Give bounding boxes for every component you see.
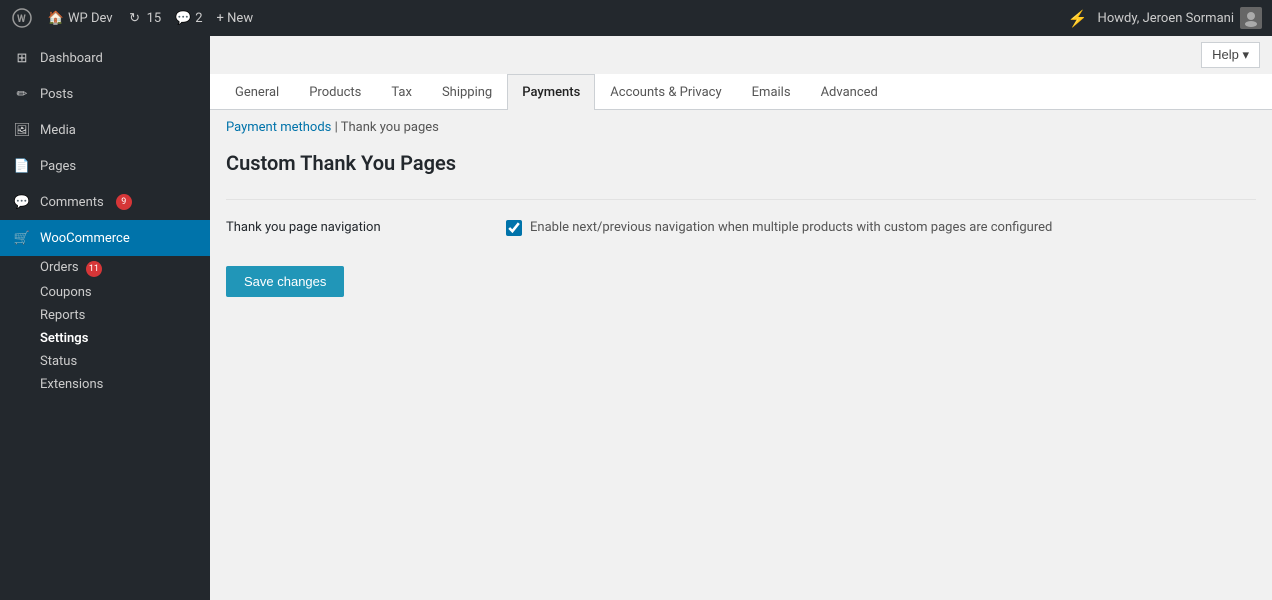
tab-payments[interactable]: Payments xyxy=(507,74,595,110)
nav-setting-row: Thank you page navigation Enable next/pr… xyxy=(226,199,1256,256)
tab-accounts-privacy[interactable]: Accounts & Privacy xyxy=(595,74,736,110)
admin-bar: W 🏠 WP Dev ↻ 15 💬 2 + New ⚡ Howdy, Jeroe… xyxy=(0,0,1272,36)
tab-emails[interactable]: Emails xyxy=(737,74,806,110)
tab-general[interactable]: General xyxy=(220,74,294,110)
save-changes-button[interactable]: Save changes xyxy=(226,266,344,297)
sidebar-item-dashboard[interactable]: ⊞ Dashboard xyxy=(0,40,210,76)
help-bar: Help ▾ xyxy=(210,36,1272,74)
home-icon: 🏠 xyxy=(48,10,64,26)
sidebar-sub-reports[interactable]: Reports xyxy=(0,304,210,327)
sidebar: ⊞ Dashboard ✏ Posts 🖼 Media 📄 Pages 💬 Co… xyxy=(0,36,210,600)
site-name[interactable]: 🏠 WP Dev xyxy=(48,10,113,26)
help-button[interactable]: Help ▾ xyxy=(1201,42,1260,68)
breadcrumb-current: Thank you pages xyxy=(341,120,439,135)
pages-icon: 📄 xyxy=(12,156,32,176)
breadcrumb: Payment methods | Thank you pages xyxy=(210,110,1272,141)
dashboard-icon: ⊞ xyxy=(12,48,32,68)
content-area: Help ▾ General Products Tax Shipping Pay… xyxy=(210,36,1272,600)
nav-checkbox[interactable] xyxy=(506,220,522,236)
tab-tax[interactable]: Tax xyxy=(376,74,427,110)
main-layout: ⊞ Dashboard ✏ Posts 🖼 Media 📄 Pages 💬 Co… xyxy=(0,36,1272,600)
new-content-item[interactable]: + New xyxy=(217,11,254,26)
sidebar-sub-status[interactable]: Status xyxy=(0,350,210,373)
sidebar-sub-settings[interactable]: Settings xyxy=(0,327,210,350)
media-icon: 🖼 xyxy=(12,120,32,140)
nav-checkbox-label[interactable]: Enable next/previous navigation when mul… xyxy=(530,218,1052,238)
updates-item[interactable]: ↻ 15 xyxy=(127,10,162,26)
sidebar-sub-coupons[interactable]: Coupons xyxy=(0,281,210,304)
adminbar-right: ⚡ Howdy, Jeroen Sormani xyxy=(1068,7,1262,29)
sidebar-item-comments[interactable]: 💬 Comments 9 xyxy=(0,184,210,220)
comments-sidebar-icon: 💬 xyxy=(12,192,32,212)
orders-badge: 11 xyxy=(86,261,102,277)
svg-text:W: W xyxy=(17,14,26,25)
tabs-bar: General Products Tax Shipping Payments A… xyxy=(210,74,1272,110)
breadcrumb-parent-link[interactable]: Payment methods xyxy=(226,120,331,135)
posts-icon: ✏ xyxy=(12,84,32,104)
lightning-icon: ⚡ xyxy=(1068,9,1088,28)
sidebar-item-media[interactable]: 🖼 Media xyxy=(0,112,210,148)
avatar xyxy=(1240,7,1262,29)
sidebar-item-pages[interactable]: 📄 Pages xyxy=(0,148,210,184)
nav-setting-label: Thank you page navigation xyxy=(226,218,506,235)
sidebar-sub-orders[interactable]: Orders 11 xyxy=(0,256,210,281)
nav-setting-control: Enable next/previous navigation when mul… xyxy=(506,218,1256,238)
page-title: Custom Thank You Pages xyxy=(226,151,1256,175)
sidebar-item-woocommerce[interactable]: 🛒 WooCommerce xyxy=(0,220,210,256)
tab-products[interactable]: Products xyxy=(294,74,376,110)
comments-badge: 9 xyxy=(116,194,132,210)
user-menu[interactable]: Howdy, Jeroen Sormani xyxy=(1098,7,1262,29)
wp-logo[interactable]: W xyxy=(10,6,34,30)
comments-icon: 💬 xyxy=(175,10,191,26)
tab-shipping[interactable]: Shipping xyxy=(427,74,507,110)
page-content: Custom Thank You Pages Thank you page na… xyxy=(210,141,1272,317)
sidebar-sub-extensions[interactable]: Extensions xyxy=(0,373,210,396)
updates-icon: ↻ xyxy=(127,10,143,26)
tab-advanced[interactable]: Advanced xyxy=(806,74,893,110)
sidebar-item-posts[interactable]: ✏ Posts xyxy=(0,76,210,112)
comments-item[interactable]: 💬 2 xyxy=(175,10,202,26)
woocommerce-icon: 🛒 xyxy=(12,228,32,248)
